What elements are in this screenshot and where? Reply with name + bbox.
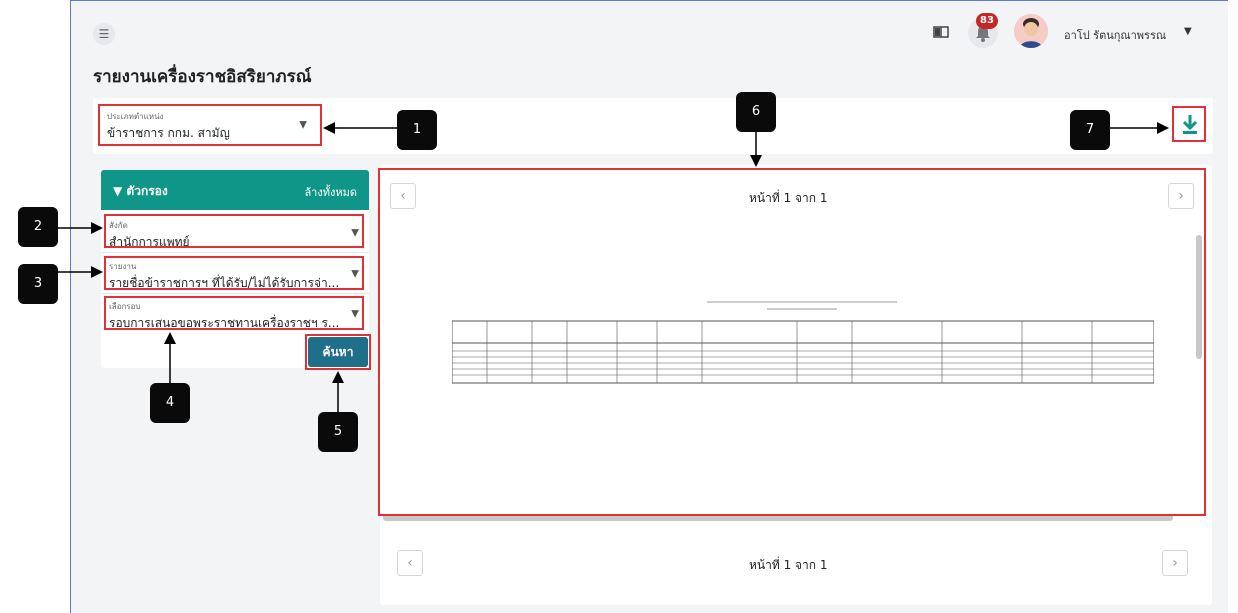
callout-arrows (58, 122, 1169, 412)
